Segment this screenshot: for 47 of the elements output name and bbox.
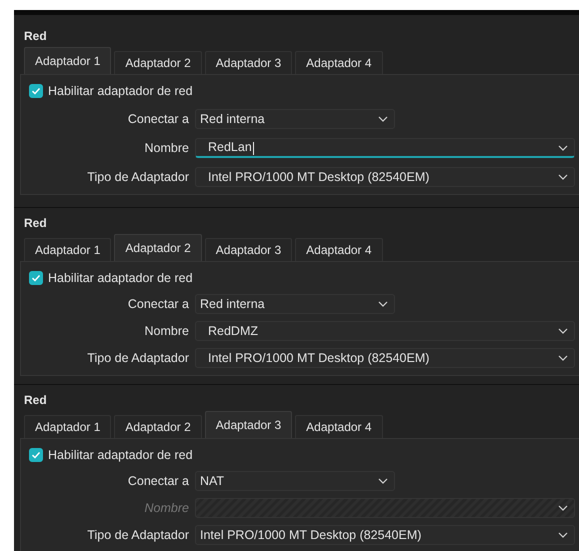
chevron-down-icon bbox=[558, 532, 568, 538]
section-title: Red bbox=[23, 28, 48, 45]
dropdown[interactable]: Red interna bbox=[195, 294, 395, 314]
chevron-down-icon bbox=[558, 355, 568, 361]
dropdown[interactable]: Intel PRO/1000 MT Desktop (82540EM) bbox=[195, 167, 575, 187]
tab[interactable]: Adaptador 3 bbox=[204, 238, 292, 261]
checkbox[interactable] bbox=[29, 271, 43, 285]
tab[interactable]: Adaptador 1 bbox=[24, 47, 112, 74]
field-label: Tipo de Adaptador bbox=[86, 528, 190, 542]
tab[interactable]: Adaptador 4 bbox=[295, 415, 383, 438]
chevron-down-icon bbox=[558, 174, 568, 180]
dropdown[interactable]: Intel PRO/1000 MT Desktop (82540EM) bbox=[195, 525, 575, 545]
checkbox[interactable] bbox=[29, 448, 43, 462]
checkbox-label: Habilitar adaptador de red bbox=[48, 271, 193, 285]
tab[interactable]: Adaptador 3 bbox=[204, 51, 292, 74]
field-label: Nombre bbox=[144, 501, 190, 515]
section-title: Red bbox=[23, 392, 48, 409]
field-label: Tipo de Adaptador bbox=[86, 351, 190, 365]
checkbox-label: Habilitar adaptador de red bbox=[48, 448, 193, 462]
section-title: Red bbox=[23, 215, 48, 232]
dropdown[interactable]: Intel PRO/1000 MT Desktop (82540EM) bbox=[195, 348, 575, 368]
tab[interactable]: Adaptador 2 bbox=[114, 234, 202, 261]
chevron-down-icon bbox=[558, 144, 568, 150]
dropdown[interactable]: RedLan bbox=[195, 138, 575, 158]
tab[interactable]: Adaptador 1 bbox=[24, 238, 112, 261]
dropdown[interactable]: RedDMZ bbox=[195, 321, 575, 341]
chevron-down-icon bbox=[378, 301, 388, 307]
field-label: Nombre bbox=[144, 324, 190, 338]
checkbox[interactable] bbox=[29, 84, 43, 98]
field-label: Conectar a bbox=[126, 474, 190, 488]
tab[interactable]: Adaptador 3 bbox=[204, 411, 292, 438]
chevron-down-icon bbox=[558, 328, 568, 334]
tab[interactable]: Adaptador 4 bbox=[295, 51, 383, 74]
field-label: Conectar a bbox=[126, 297, 190, 311]
tab[interactable]: Adaptador 4 bbox=[295, 238, 383, 261]
chevron-down-icon bbox=[378, 478, 388, 484]
field-label: Tipo de Adaptador bbox=[86, 170, 190, 184]
dropdown[interactable]: NAT bbox=[195, 471, 395, 491]
chevron-down-icon bbox=[378, 116, 388, 122]
tab[interactable]: Adaptador 2 bbox=[114, 415, 202, 438]
checkbox-label: Habilitar adaptador de red bbox=[48, 84, 193, 98]
tab[interactable]: Adaptador 1 bbox=[24, 415, 112, 438]
tab[interactable]: Adaptador 2 bbox=[114, 51, 202, 74]
dropdown[interactable]: Red interna bbox=[195, 109, 395, 129]
field-label: Conectar a bbox=[126, 112, 190, 126]
field-label: Nombre bbox=[144, 141, 190, 155]
chevron-down-icon bbox=[558, 505, 568, 511]
